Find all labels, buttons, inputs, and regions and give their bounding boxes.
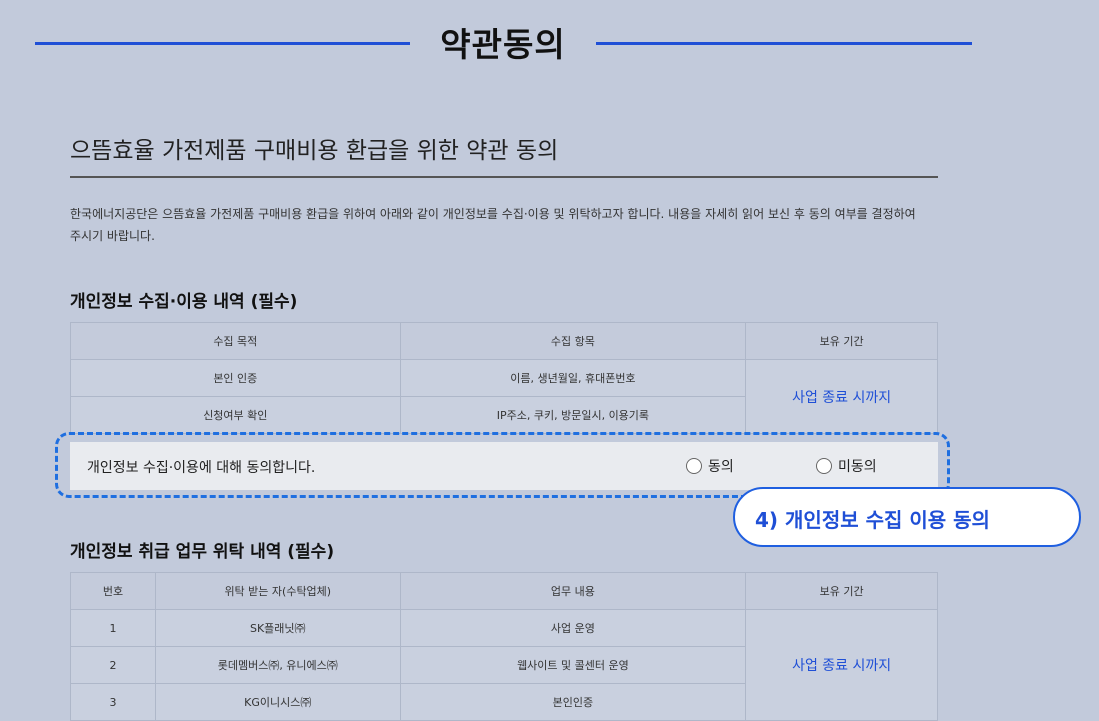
- number-cell: 2: [70, 646, 156, 684]
- column-header: 수집 목적: [70, 322, 401, 360]
- task-cell: 본인인증: [399, 683, 747, 721]
- number-cell: 3: [70, 683, 156, 721]
- collection-heading: 개인정보 수집·이용 내역 (필수): [70, 292, 298, 312]
- collection-table: 수집 목적 수집 항목 보유 기간 본인 인증 이름, 생년월일, 휴대폰번호 …: [70, 322, 938, 434]
- company-cell: 롯데멤버스㈜, 유니에스㈜: [154, 646, 401, 684]
- company-cell: SK플래닛㈜: [154, 609, 401, 647]
- column-header: 위탁 받는 자(수탁업체): [154, 572, 401, 610]
- purpose-cell: 신청여부 확인: [70, 396, 401, 434]
- purpose-cell: 본인 인증: [70, 359, 401, 397]
- table-row: 본인 인증 이름, 생년월일, 휴대폰번호 사업 종료 시까지: [70, 359, 938, 434]
- intro-text: 한국에너지공단은 으뜸효율 가전제품 구매비용 환급을 위하여 아래와 같이 개…: [70, 207, 916, 243]
- company-cell: KG이니시스㈜: [154, 683, 401, 721]
- callout-label: 4) 개인정보 수집 이용 동의: [755, 508, 990, 532]
- items-cell: IP주소, 쿠키, 방문일시, 이용기록: [399, 396, 747, 434]
- task-cell: 사업 운영: [399, 609, 747, 647]
- header-line-right: [596, 42, 972, 45]
- retention-cell: 사업 종료 시까지: [745, 359, 938, 434]
- outsourcing-table: 번호 위탁 받는 자(수탁업체) 업무 내용 보유 기간 1 SK플래닛㈜ 사업…: [70, 572, 938, 721]
- column-header: 수집 항목: [399, 322, 747, 360]
- column-header: 번호: [70, 572, 156, 610]
- table-header-row: 번호 위탁 받는 자(수탁업체) 업무 내용 보유 기간: [70, 572, 938, 610]
- items-cell: 이름, 생년월일, 휴대폰번호: [399, 359, 747, 397]
- header-line-left: [35, 42, 410, 45]
- column-header: 보유 기간: [745, 572, 938, 610]
- outsourcing-heading: 개인정보 취급 업무 위탁 내역 (필수): [70, 542, 335, 562]
- task-cell: 웹사이트 및 콜센터 운영: [399, 646, 747, 684]
- column-header: 업무 내용: [399, 572, 747, 610]
- retention-cell: 사업 종료 시까지: [745, 609, 938, 721]
- step-callout: 4) 개인정보 수집 이용 동의: [733, 487, 1081, 547]
- number-cell: 1: [70, 609, 156, 647]
- page-title: 약관동의: [440, 25, 566, 64]
- title-divider: [70, 176, 938, 178]
- table-header-row: 수집 목적 수집 항목 보유 기간: [70, 322, 938, 360]
- table-row: 1 SK플래닛㈜ 사업 운영 사업 종료 시까지: [70, 609, 938, 721]
- column-header: 보유 기간: [745, 322, 938, 360]
- section-title: 으뜸효율 가전제품 구매비용 환급을 위한 약관 동의: [70, 138, 559, 164]
